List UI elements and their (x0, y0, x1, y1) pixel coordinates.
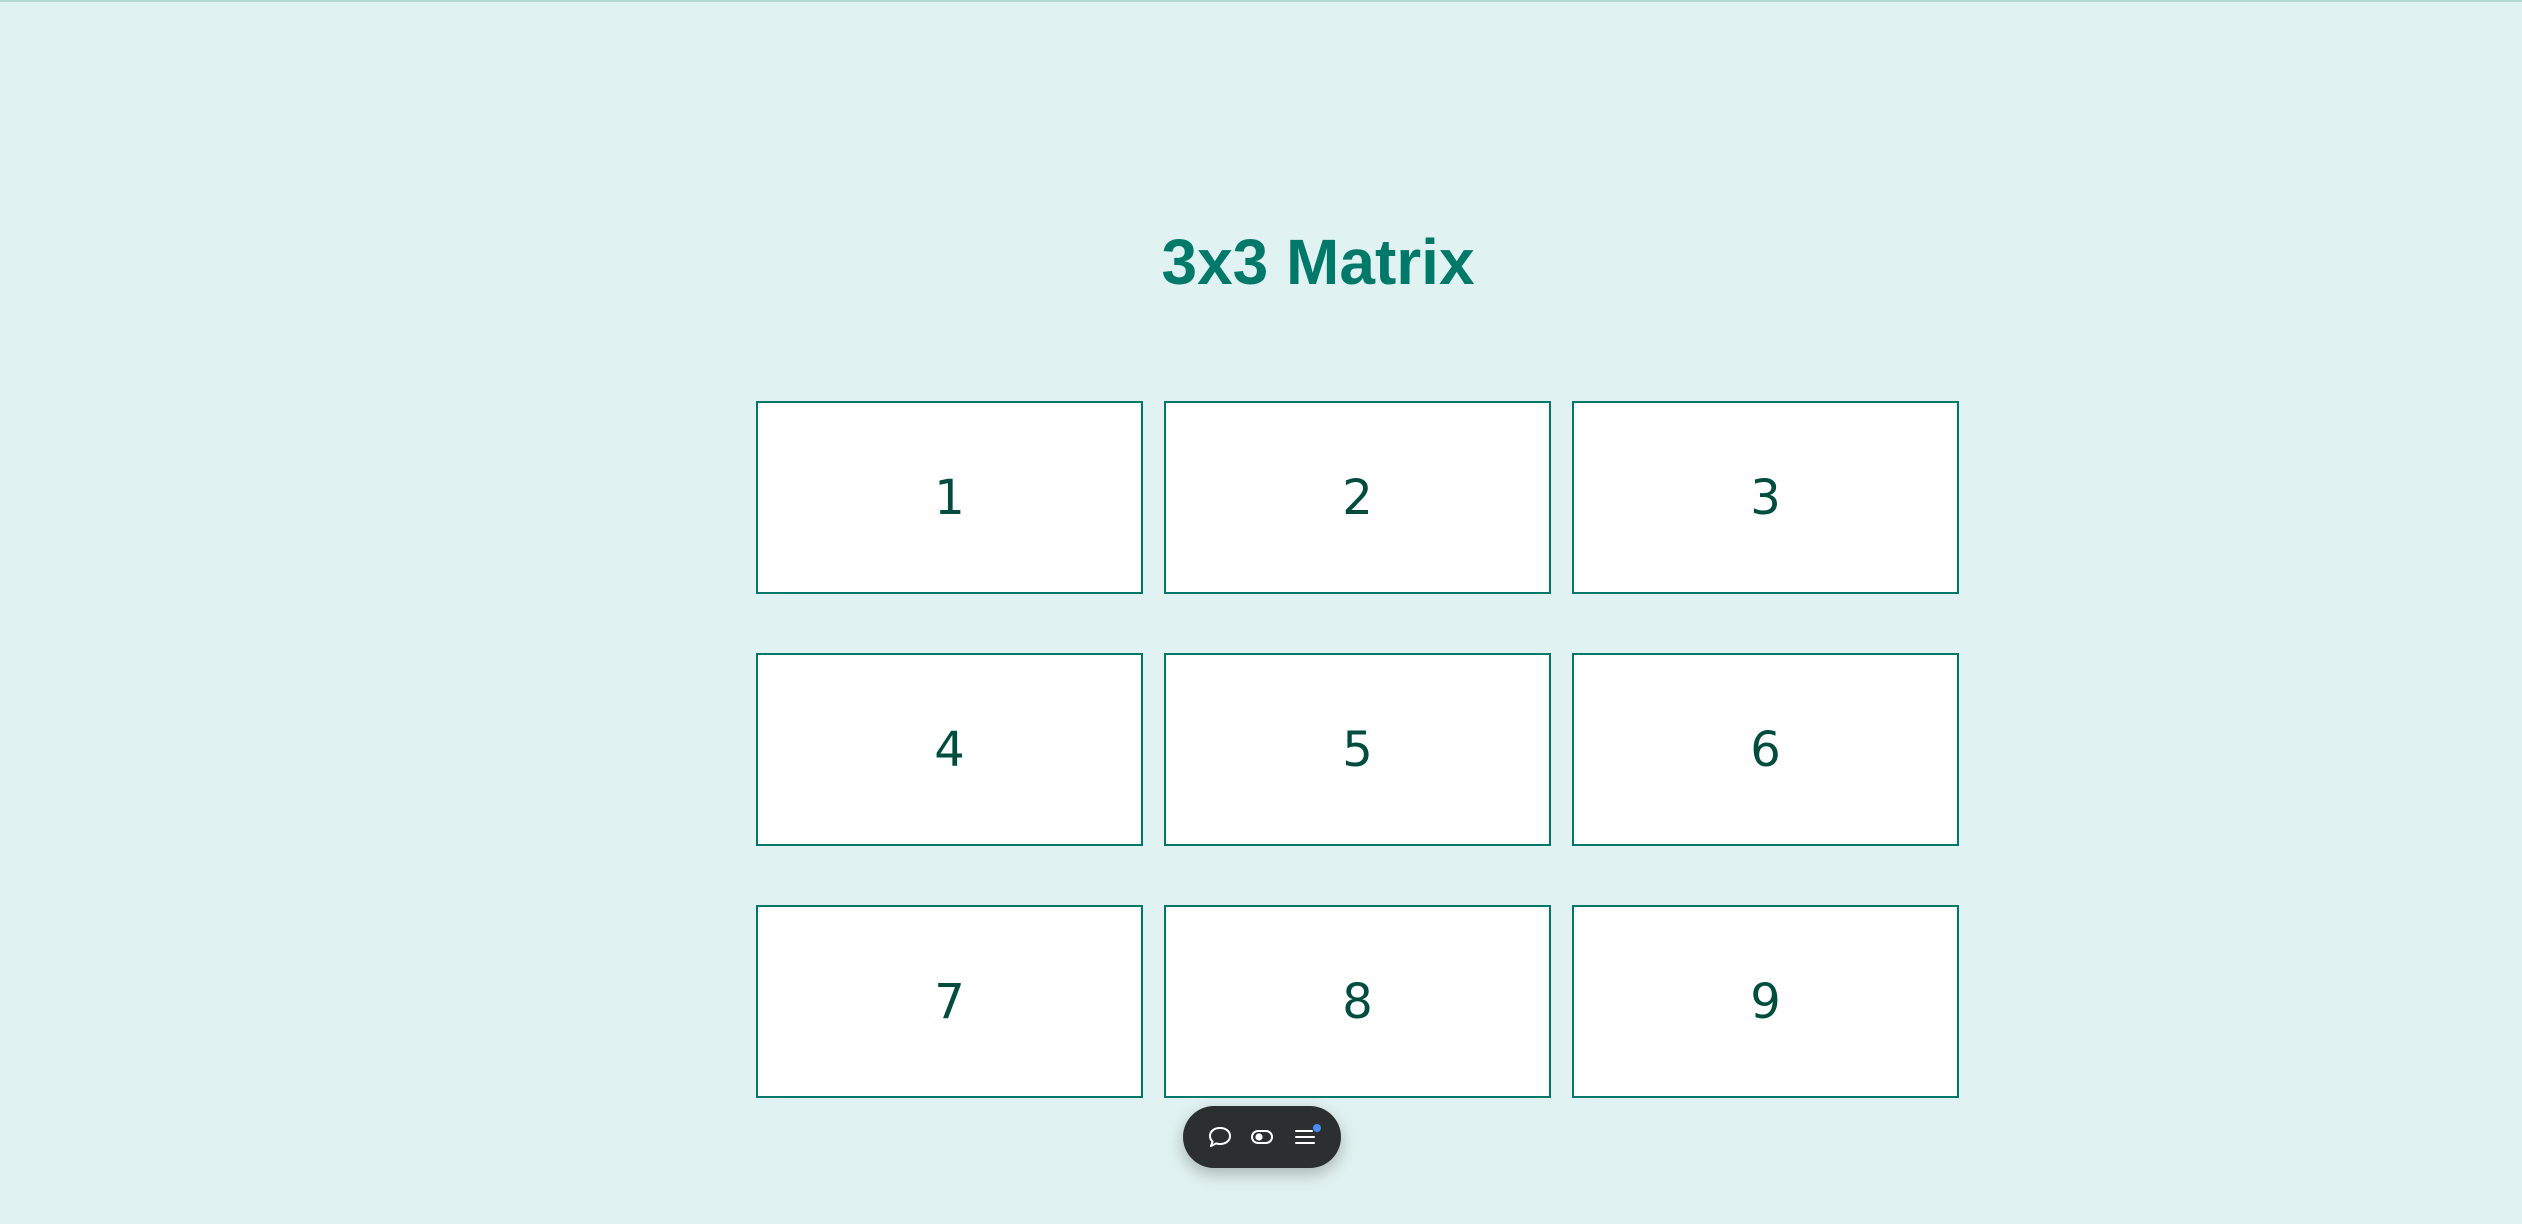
matrix-cell-label: 9 (1750, 973, 1781, 1030)
matrix-cell-label: 7 (934, 973, 965, 1030)
matrix-cell-label: 6 (1750, 721, 1781, 778)
matrix-cell-4[interactable]: 4 (756, 653, 1143, 846)
chat-button[interactable] (1202, 1119, 1238, 1155)
matrix-cell-label: 3 (1750, 469, 1781, 526)
matrix-cell-label: 5 (1342, 721, 1373, 778)
matrix-cell-6[interactable]: 6 (1572, 653, 1959, 846)
matrix-cell-5[interactable]: 5 (1164, 653, 1551, 846)
matrix-cell-label: 4 (934, 721, 965, 778)
matrix-grid: 1 2 3 4 5 6 7 8 9 (756, 401, 1960, 1098)
view-toggle-button[interactable] (1244, 1119, 1280, 1155)
matrix-cell-8[interactable]: 8 (1164, 905, 1551, 1098)
menu-button[interactable] (1287, 1119, 1323, 1155)
matrix-cell-9[interactable]: 9 (1572, 905, 1959, 1098)
chat-bubble-icon (1208, 1127, 1231, 1147)
matrix-cell-1[interactable]: 1 (756, 401, 1143, 594)
top-divider (0, 0, 2522, 2)
matrix-cell-7[interactable]: 7 (756, 905, 1143, 1098)
matrix-cell-label: 2 (1342, 469, 1373, 526)
matrix-cell-3[interactable]: 3 (1572, 401, 1959, 594)
matrix-cell-label: 1 (934, 469, 965, 526)
page-title: 3x3 Matrix (1161, 226, 1475, 298)
matrix-cell-label: 8 (1342, 973, 1373, 1030)
matrix-cell-2[interactable]: 2 (1164, 401, 1551, 594)
eye-toggle-icon (1251, 1130, 1273, 1144)
notification-dot (1312, 1124, 1321, 1132)
floating-toolbar (1183, 1106, 1341, 1168)
